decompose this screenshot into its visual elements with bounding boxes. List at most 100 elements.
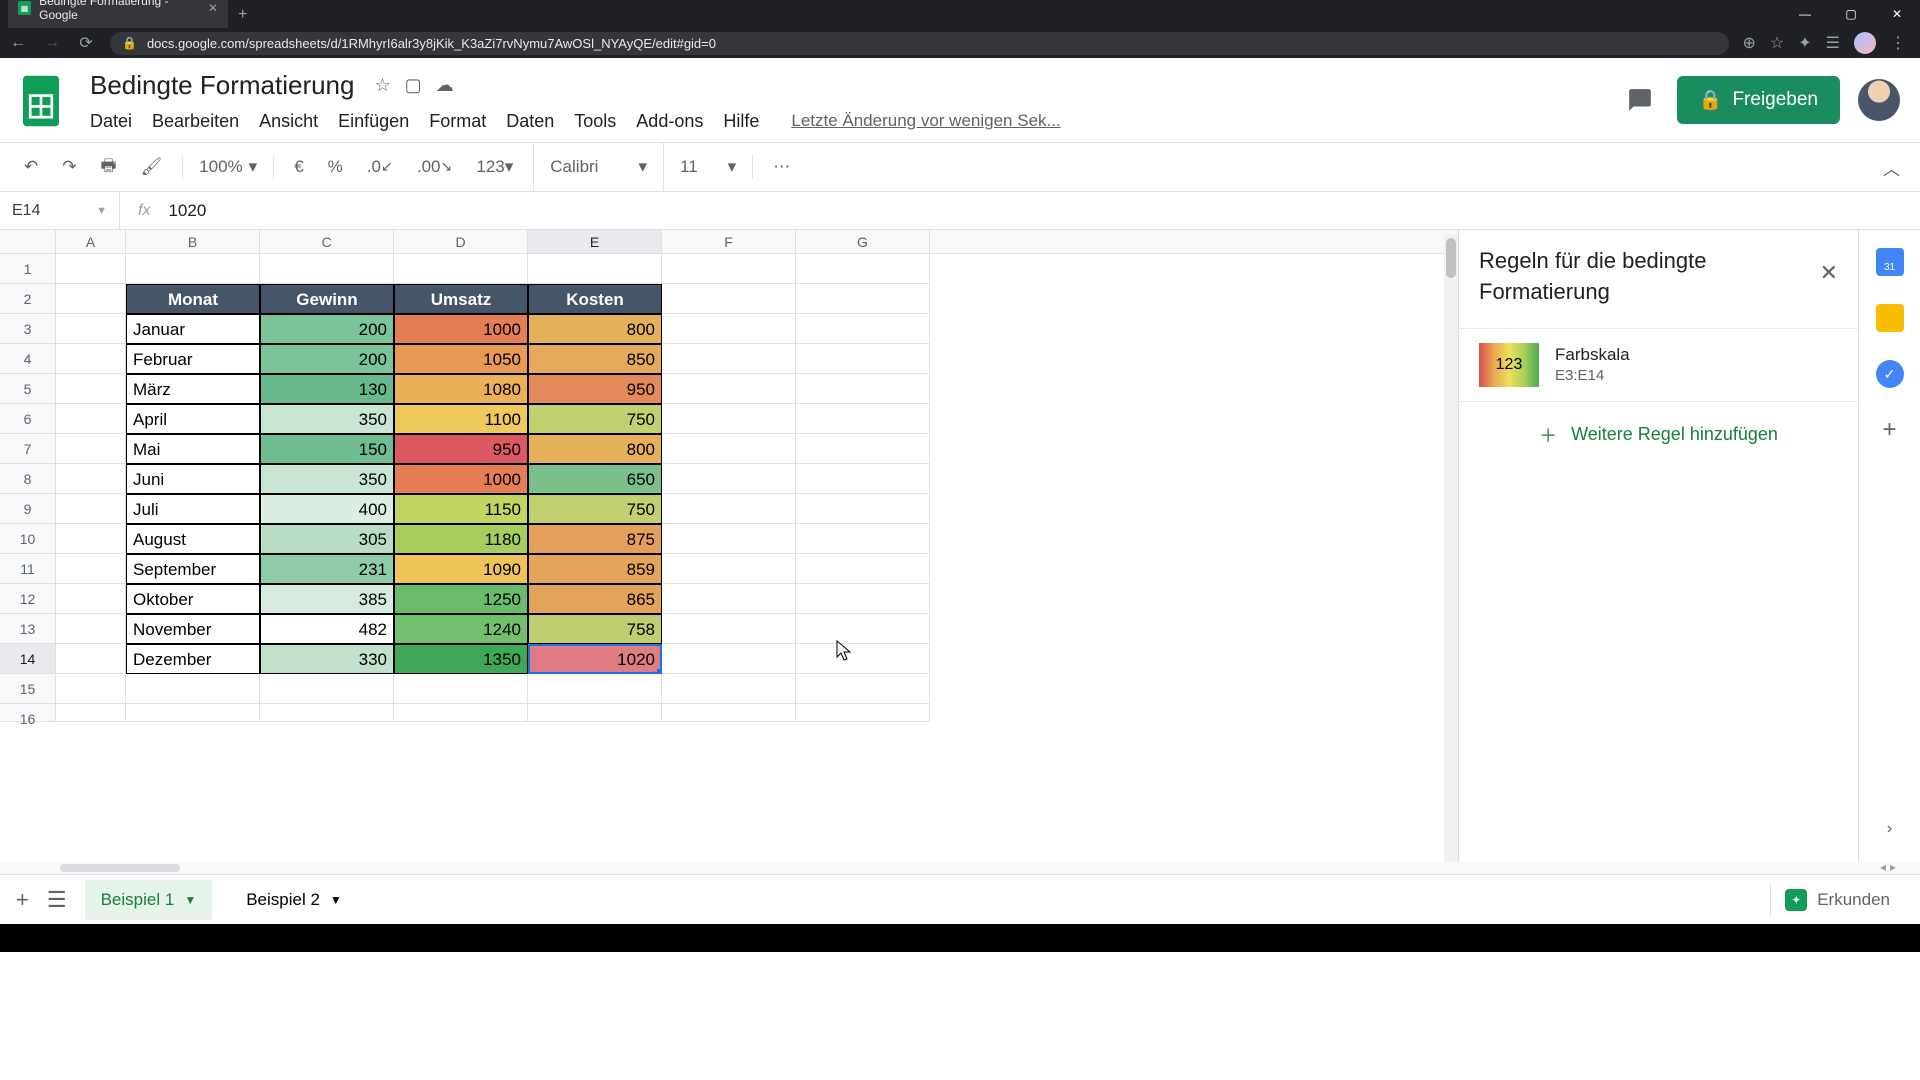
menu-bearbeiten[interactable]: Bearbeiten xyxy=(152,111,239,132)
cell[interactable] xyxy=(56,674,126,704)
scroll-left-icon[interactable]: ◂ xyxy=(1880,860,1886,874)
nav-back-icon[interactable]: ← xyxy=(8,34,28,52)
cell[interactable] xyxy=(528,254,662,284)
cell[interactable] xyxy=(260,674,394,704)
cell[interactable] xyxy=(56,434,126,464)
cell[interactable] xyxy=(796,374,930,404)
cell[interactable] xyxy=(796,554,930,584)
cell[interactable] xyxy=(126,704,260,722)
browser-tab[interactable]: ▦ Bedingte Formatierung - Google ✕ xyxy=(8,0,228,28)
cell[interactable]: 800 xyxy=(528,434,662,464)
col-header-C[interactable]: C xyxy=(260,230,394,253)
cell[interactable] xyxy=(56,494,126,524)
new-tab-button[interactable]: + xyxy=(228,2,257,28)
cell[interactable] xyxy=(394,704,528,722)
font-size-select[interactable]: 11 ▾ xyxy=(680,157,736,177)
menu-ansicht[interactable]: Ansicht xyxy=(259,111,318,132)
window-close[interactable]: ✕ xyxy=(1874,0,1920,28)
row-header[interactable]: 6 xyxy=(0,404,56,434)
row-header[interactable]: 8 xyxy=(0,464,56,494)
more-tools-icon[interactable]: ⋯ xyxy=(769,153,794,181)
extensions-icon[interactable]: ✦ xyxy=(1798,33,1811,53)
cell[interactable] xyxy=(56,554,126,584)
cell[interactable] xyxy=(56,314,126,344)
row-header[interactable]: 5 xyxy=(0,374,56,404)
undo-icon[interactable]: ↶ xyxy=(20,153,42,181)
cell[interactable] xyxy=(796,614,930,644)
last-edit-link[interactable]: Letzte Änderung vor wenigen Sek... xyxy=(791,111,1060,132)
cell[interactable]: 130 xyxy=(260,374,394,404)
doc-title[interactable]: Bedingte Formatierung xyxy=(84,68,360,103)
cell[interactable]: 875 xyxy=(528,524,662,554)
menu-einfuegen[interactable]: Einfügen xyxy=(338,111,409,132)
cell[interactable] xyxy=(56,284,126,314)
tab-close-icon[interactable]: ✕ xyxy=(208,1,218,15)
cell[interactable]: 330 xyxy=(260,644,394,674)
percent-button[interactable]: % xyxy=(324,153,347,181)
cell[interactable] xyxy=(662,254,796,284)
cell[interactable] xyxy=(56,524,126,554)
name-box[interactable]: E14 ▼ xyxy=(0,192,120,229)
chrome-menu-icon[interactable]: ⋮ xyxy=(1890,33,1906,53)
row-header[interactable]: 3 xyxy=(0,314,56,344)
cell[interactable]: 150 xyxy=(260,434,394,464)
cell[interactable]: November xyxy=(126,614,260,644)
add-rule-button[interactable]: ＋ Weitere Regel hinzufügen xyxy=(1459,402,1858,468)
cell[interactable] xyxy=(662,554,796,584)
cell[interactable]: 1350 xyxy=(394,644,528,674)
cell[interactable] xyxy=(662,674,796,704)
col-header-B[interactable]: B xyxy=(126,230,260,253)
cell[interactable] xyxy=(662,614,796,644)
move-icon[interactable]: ▢ xyxy=(405,75,422,96)
bookmark-icon[interactable]: ☆ xyxy=(1770,33,1784,53)
browser-profile-avatar[interactable] xyxy=(1854,32,1876,54)
all-sheets-icon[interactable]: ☰ xyxy=(47,887,67,913)
cell[interactable] xyxy=(56,704,126,722)
cell[interactable]: September xyxy=(126,554,260,584)
cell[interactable]: April xyxy=(126,404,260,434)
col-header-D[interactable]: D xyxy=(394,230,528,253)
menu-hilfe[interactable]: Hilfe xyxy=(723,111,759,132)
cell[interactable]: 650 xyxy=(528,464,662,494)
reading-list-icon[interactable]: ☰ xyxy=(1826,33,1840,53)
cell[interactable]: Januar xyxy=(126,314,260,344)
cell[interactable]: 482 xyxy=(260,614,394,644)
account-avatar[interactable] xyxy=(1858,79,1900,121)
calendar-icon[interactable] xyxy=(1876,248,1904,276)
select-all-corner[interactable] xyxy=(0,230,56,253)
row-header[interactable]: 9 xyxy=(0,494,56,524)
row-header[interactable]: 12 xyxy=(0,584,56,614)
cloud-status-icon[interactable]: ☁ xyxy=(436,75,454,96)
cell[interactable] xyxy=(56,404,126,434)
col-header-E[interactable]: E xyxy=(528,230,662,253)
col-header-A[interactable]: A xyxy=(56,230,126,253)
cell[interactable] xyxy=(662,464,796,494)
cell[interactable]: 800 xyxy=(528,314,662,344)
cell[interactable]: Oktober xyxy=(126,584,260,614)
cell[interactable]: Gewinn xyxy=(260,284,394,314)
address-bar[interactable]: 🔒 docs.google.com/spreadsheets/d/1RMhyrI… xyxy=(110,32,1729,55)
tasks-icon[interactable] xyxy=(1876,360,1904,388)
hide-side-panel-icon[interactable]: › xyxy=(1887,820,1892,838)
scroll-right-icon[interactable]: ▸ xyxy=(1890,860,1896,874)
cell[interactable] xyxy=(662,434,796,464)
cell[interactable] xyxy=(796,464,930,494)
cell[interactable] xyxy=(662,284,796,314)
cell[interactable] xyxy=(56,614,126,644)
cell[interactable]: März xyxy=(126,374,260,404)
cell[interactable] xyxy=(796,524,930,554)
share-button[interactable]: 🔒 Freigeben xyxy=(1677,76,1840,124)
cell[interactable]: 1090 xyxy=(394,554,528,584)
chevron-down-icon[interactable]: ▼ xyxy=(184,893,196,907)
cell[interactable]: Dezember xyxy=(126,644,260,674)
window-maximize[interactable]: ▢ xyxy=(1828,0,1874,28)
cell[interactable] xyxy=(394,254,528,284)
cell[interactable]: 1240 xyxy=(394,614,528,644)
row-header[interactable]: 13 xyxy=(0,614,56,644)
row-header[interactable]: 11 xyxy=(0,554,56,584)
cell[interactable]: 350 xyxy=(260,404,394,434)
cell[interactable]: 950 xyxy=(394,434,528,464)
cell[interactable]: Monat xyxy=(126,284,260,314)
add-sheet-button[interactable]: + xyxy=(16,887,29,913)
cell[interactable] xyxy=(56,344,126,374)
